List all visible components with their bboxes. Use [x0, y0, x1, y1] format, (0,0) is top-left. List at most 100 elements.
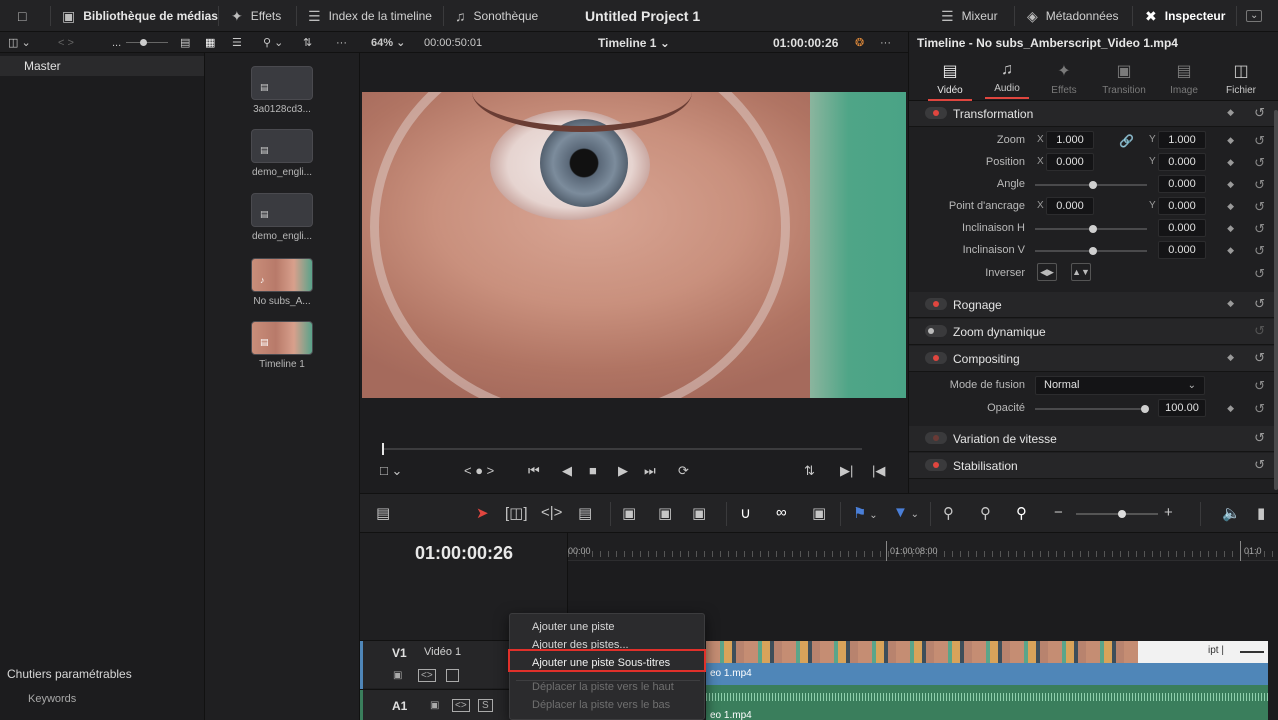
flip-horizontal-button[interactable]: ◀▶ — [1037, 263, 1057, 281]
reset-icon[interactable]: ↺ — [1254, 350, 1265, 366]
reset-icon[interactable]: ↺ — [1254, 296, 1265, 312]
slider-knob[interactable] — [1141, 405, 1149, 413]
color-wheel-button[interactable]: ❂ — [855, 32, 864, 53]
angle-field[interactable]: 0.000 — [1158, 175, 1206, 193]
next-edit-button[interactable]: ▶| — [840, 463, 853, 479]
reset-icon[interactable]: ↺ — [1254, 430, 1265, 446]
search-button[interactable]: ⚲ ⌄ — [263, 32, 283, 53]
audio-waveform[interactable] — [706, 685, 1268, 709]
enable-toggle[interactable] — [925, 325, 947, 337]
reset-icon[interactable]: ↺ — [1254, 221, 1265, 237]
angle-slider[interactable] — [1035, 181, 1147, 189]
mixer-button[interactable]: ☰ Mixeur — [941, 0, 998, 32]
keyframe-icon[interactable]: ◆ — [1227, 135, 1234, 146]
inspector-button[interactable]: ✖ Inspecteur — [1145, 0, 1225, 32]
selection-tool-button[interactable]: ➤ — [476, 504, 489, 522]
subtitle-clip[interactable]: ipt | — [1138, 641, 1268, 663]
list-view-button[interactable]: ☰ — [232, 32, 242, 53]
reset-icon[interactable]: ↺ — [1254, 401, 1265, 417]
sort-button[interactable]: ⇅ — [303, 32, 312, 53]
overwrite-clip-button[interactable]: ▣ — [658, 504, 672, 522]
position-x-field[interactable]: 0.000 — [1046, 153, 1094, 171]
section-crop[interactable]: Rognage ◆ ↺ — [909, 292, 1278, 318]
zoom-custom-button[interactable]: ⚲ — [1016, 504, 1027, 522]
enable-toggle[interactable] — [925, 459, 947, 471]
reset-icon[interactable]: ↺ — [1254, 323, 1265, 339]
tab-effects[interactable]: ✦ Effets — [1036, 61, 1092, 96]
viewer-mode-button[interactable]: □ ⌄ — [380, 463, 402, 479]
video-frame[interactable] — [362, 92, 906, 398]
keyframe-icon[interactable]: ◆ — [1227, 352, 1234, 363]
reset-icon[interactable]: ↺ — [1254, 105, 1265, 121]
keyframe-icon[interactable]: ◆ — [1227, 107, 1234, 118]
reset-icon[interactable]: ↺ — [1254, 155, 1265, 171]
zoom-x-field[interactable]: 1.000 — [1046, 131, 1094, 149]
track-visibility-icon[interactable] — [446, 669, 459, 682]
media-options-button[interactable]: ··· — [336, 32, 347, 53]
go-to-end-button[interactable]: ⏭ — [644, 463, 656, 479]
media-pool-button[interactable]: ▣ Bibliothèque de médias — [62, 0, 218, 32]
thumbnail-size-slider[interactable] — [126, 32, 168, 53]
blade-tool-button[interactable]: ▤ — [578, 504, 592, 522]
stop-button[interactable]: ■ — [589, 463, 597, 478]
sound-library-button[interactable]: ♫ Sonothèque — [455, 0, 538, 32]
link-icon[interactable]: 🔗 — [1119, 134, 1134, 148]
reset-icon[interactable]: ↺ — [1254, 177, 1265, 193]
audio-meter-button[interactable]: ▮ — [1257, 504, 1265, 522]
position-y-field[interactable]: 0.000 — [1158, 153, 1206, 171]
media-clip[interactable]: ▤ demo_engli... — [250, 129, 314, 178]
flag-button[interactable]: ⚑ ⌄ — [853, 504, 878, 522]
keyframe-icon[interactable]: ◆ — [1227, 179, 1234, 190]
reset-icon[interactable]: ↺ — [1254, 457, 1265, 473]
yaw-field[interactable]: 0.000 — [1158, 241, 1206, 259]
timeline-selector[interactable]: Timeline 1 ⌄ — [598, 32, 670, 53]
timeline-zoom-slider[interactable] — [1076, 510, 1158, 518]
workspace-toggle-button[interactable]: □ — [18, 0, 26, 32]
media-clip[interactable]: ▤ 3a0128cd3... — [250, 66, 314, 115]
linked-selection-button[interactable]: ∞ — [776, 504, 787, 521]
audio-clip-bar[interactable]: eo 1.mp4 — [706, 709, 1268, 720]
keyframe-icon[interactable]: ◆ — [1227, 298, 1234, 309]
video-clip-bar[interactable]: eo 1.mp4 — [706, 663, 1268, 685]
position-lock-button[interactable]: ▣ — [812, 504, 826, 522]
reset-icon[interactable]: ↺ — [1254, 133, 1265, 149]
opacity-slider[interactable] — [1035, 405, 1149, 413]
match-frame-button[interactable]: ⇅ — [804, 463, 815, 479]
replace-clip-button[interactable]: ▣ — [692, 504, 706, 522]
anchor-x-field[interactable]: 0.000 — [1046, 197, 1094, 215]
previous-edit-button[interactable]: |◀ — [872, 463, 885, 479]
zoom-y-field[interactable]: 1.000 — [1158, 131, 1206, 149]
enable-toggle[interactable] — [925, 352, 947, 364]
keyframe-icon[interactable]: ◆ — [1227, 157, 1234, 168]
flip-vertical-button[interactable]: ▲▼ — [1071, 263, 1091, 281]
pitch-slider[interactable] — [1035, 225, 1147, 233]
zoom-out-button[interactable]: − — [1054, 504, 1063, 521]
auto-select-icon[interactable]: <> — [418, 669, 436, 682]
timeline-ruler[interactable]: 00:00 01:00:08:00 01:0 — [568, 533, 1278, 561]
zoom-in-button[interactable]: + — [1164, 504, 1173, 521]
pitch-field[interactable]: 0.000 — [1158, 219, 1206, 237]
reset-icon[interactable]: ↺ — [1254, 243, 1265, 259]
media-clip[interactable]: ▤ demo_engli... — [250, 193, 314, 242]
viewer-zoom[interactable]: 64% ⌄ — [371, 32, 405, 53]
lock-icon[interactable]: ▣ — [430, 700, 439, 711]
grid-view-button[interactable]: ▦ — [205, 32, 215, 53]
keyframe-icon[interactable]: ◆ — [1227, 201, 1234, 212]
panel-toggle-button[interactable]: ◫ ⌄ — [8, 32, 31, 53]
zoom-full-button[interactable]: ⚲ — [943, 504, 954, 522]
anchor-y-field[interactable]: 0.000 — [1158, 197, 1206, 215]
metadata-button[interactable]: ◈ Métadonnées — [1027, 0, 1119, 32]
lock-icon[interactable]: ▣ — [393, 670, 402, 681]
video-clip-thumbnails[interactable] — [706, 641, 1138, 663]
tab-file[interactable]: ◫ Fichier — [1213, 61, 1269, 96]
smart-bins-header[interactable]: Chutiers paramétrables — [7, 667, 132, 681]
zoom-detail-button[interactable]: ⚲ — [980, 504, 991, 522]
tab-video[interactable]: ▤ Vidéo — [922, 61, 978, 101]
slider-knob[interactable] — [1089, 247, 1097, 255]
effects-button[interactable]: ✦ Effets — [231, 0, 281, 32]
timeline-view-options-button[interactable]: ▤ — [376, 504, 390, 522]
slider-knob[interactable] — [1089, 181, 1097, 189]
inspector-scrollbar[interactable] — [1274, 110, 1278, 490]
menu-item-add-track[interactable]: Ajouter une piste — [532, 621, 615, 633]
section-dynamic-zoom[interactable]: Zoom dynamique ↺ — [909, 319, 1278, 345]
